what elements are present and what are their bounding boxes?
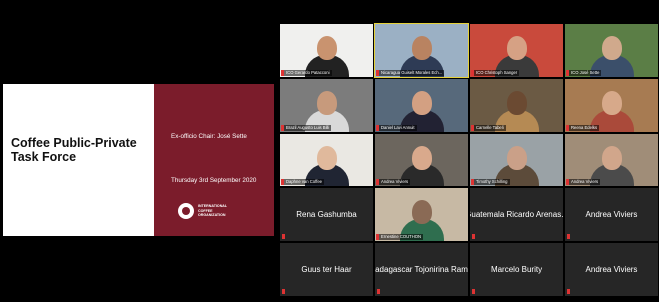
participant-nametag: Daniel Lavi Annuit — [376, 124, 417, 131]
mic-muted-icon — [281, 124, 284, 131]
participant-tile[interactable]: Daphne van Coffee — [279, 132, 374, 188]
participant-head — [507, 145, 527, 170]
slide-chair: Ex-officio Chair: José Sette — [171, 133, 247, 140]
mic-muted-icon — [567, 234, 570, 240]
participant-nametag: Daphne van Coffee — [281, 179, 325, 186]
participant-nametag: Brazil Augusto Luis Billi — [281, 124, 332, 131]
participant-tile[interactable]: ICO Christoph Sanger — [469, 23, 564, 78]
participant-tile[interactable]: Andrea Viviers — [564, 187, 659, 243]
mic-muted-icon — [377, 288, 380, 294]
ico-logo: INTERNATIONAL COFFEE ORGANIZATION — [178, 203, 234, 219]
mic-muted-icon — [471, 124, 474, 131]
participant-head — [602, 145, 622, 170]
mic-muted-icon — [282, 288, 285, 294]
participant-tile[interactable]: Andrea Viviers — [564, 132, 659, 188]
participant-tile[interactable]: Rena Gashumba — [279, 187, 374, 243]
participant-tile[interactable]: Guus ter Haar — [279, 242, 374, 297]
slide-title: Coffee Public-Private Task Force — [11, 136, 137, 164]
participant-tile[interactable]: Andrea Viviers — [564, 242, 659, 297]
participant-name: Madagascar Tojonirina Ram... — [375, 265, 468, 275]
participant-nametag: Timothy Schilling — [471, 179, 510, 186]
participant-name: Andrea Viviers — [585, 210, 638, 220]
participant-name: Andrea Viviers — [585, 265, 638, 275]
participant-tile[interactable]: ICO José Sette — [564, 23, 659, 78]
mic-muted-icon — [376, 69, 379, 76]
ico-logo-icon — [178, 203, 194, 219]
participant-tile[interactable]: Nicaragua Guiselt Morales Ech... — [374, 23, 469, 78]
participant-tile[interactable]: Andrea Viviers — [374, 132, 469, 188]
participant-tile[interactable]: Guatemala Ricardo Arenas... — [469, 187, 564, 243]
participant-tile[interactable]: Brazil Augusto Luis Billi — [279, 77, 374, 133]
mic-muted-icon — [282, 234, 285, 240]
participant-tile[interactable]: Daniel Lavi Annuit — [374, 77, 469, 133]
participant-nametag: ICO Gerardo Patacconi — [281, 69, 332, 76]
mic-muted-icon — [376, 124, 379, 131]
participant-head — [317, 145, 337, 170]
mic-muted-icon — [566, 69, 569, 76]
mic-muted-icon — [281, 179, 284, 186]
slide-date: Thursday 3rd September 2020 — [171, 177, 257, 184]
participant-head — [317, 36, 337, 60]
participant-tile[interactable]: Timothy Schilling — [469, 132, 564, 188]
mic-muted-icon — [566, 179, 569, 186]
mic-muted-icon — [566, 124, 569, 131]
mic-muted-icon — [376, 234, 379, 241]
participant-nametag: Andrea Viviers — [566, 179, 601, 186]
slide-title-panel: Coffee Public-Private Task Force — [3, 84, 154, 236]
participant-nametag: Andrea Viviers — [376, 179, 411, 186]
participant-name: Guus ter Haar — [301, 265, 352, 275]
participant-nametag: ICO Christoph Sanger — [471, 69, 520, 76]
participant-nametag: Nicaragua Guiselt Morales Ech... — [376, 69, 445, 76]
participant-name: Rena Gashumba — [296, 210, 357, 220]
participant-tile[interactable]: Ernestine COUTHON — [374, 187, 469, 243]
shared-screen-slide: Coffee Public-Private Task Force Ex-offi… — [3, 84, 274, 236]
participant-tile[interactable]: Madagascar Tojonirina Ram... — [374, 242, 469, 297]
participant-head — [602, 36, 622, 60]
participant-name: Guatemala Ricardo Arenas... — [469, 210, 564, 220]
participant-head — [507, 36, 527, 60]
ico-logo-text: INTERNATIONAL COFFEE ORGANIZATION — [198, 204, 228, 218]
participant-head — [412, 90, 432, 115]
participant-nametag: Reena Edelks — [566, 124, 600, 131]
mic-muted-icon — [281, 69, 284, 76]
slide-info-panel: Ex-officio Chair: José Sette Thursday 3r… — [154, 84, 274, 236]
mic-muted-icon — [472, 234, 475, 240]
mic-muted-icon — [567, 288, 570, 294]
participant-gallery: ICO Gerardo Patacconi Nicaragua Guiselt M… — [279, 23, 659, 297]
mic-muted-icon — [471, 179, 474, 186]
mic-muted-icon — [472, 288, 475, 294]
participant-head — [507, 90, 527, 115]
participant-nametag: Carnelle Tabeli — [471, 124, 506, 131]
mic-muted-icon — [376, 179, 379, 186]
participant-head — [412, 200, 432, 225]
participant-name: Marcelo Burity — [490, 265, 543, 275]
mic-muted-icon — [471, 69, 474, 76]
participant-head — [412, 36, 432, 60]
participant-tile[interactable]: ICO Gerardo Patacconi — [279, 23, 374, 78]
participant-head — [602, 90, 622, 115]
participant-nametag: ICO José Sette — [566, 69, 602, 76]
participant-tile[interactable]: Carnelle Tabeli — [469, 77, 564, 133]
participant-nametag: Ernestine COUTHON — [376, 234, 424, 241]
participant-head — [317, 90, 337, 115]
participant-tile[interactable]: Marcelo Burity — [469, 242, 564, 297]
participant-head — [412, 145, 432, 170]
participant-tile[interactable]: Reena Edelks — [564, 77, 659, 133]
